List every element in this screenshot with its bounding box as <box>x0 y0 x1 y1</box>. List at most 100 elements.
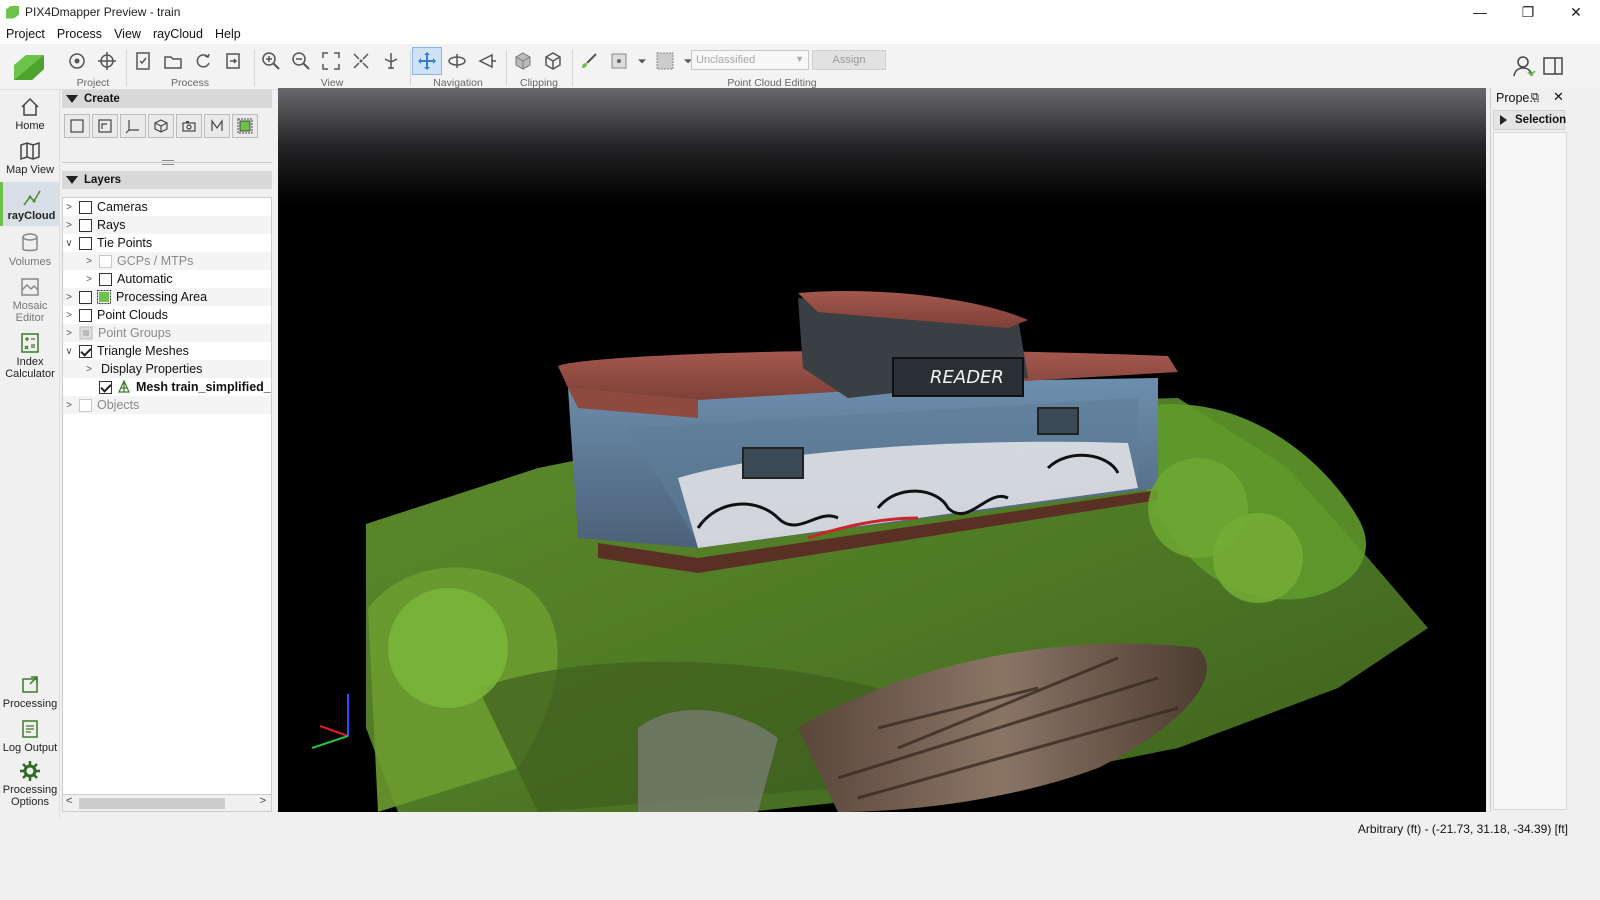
new-rectangle-icon[interactable] <box>64 114 90 138</box>
nav-processing[interactable]: Processing <box>0 674 60 716</box>
trackball-navigation-icon[interactable] <box>412 47 442 75</box>
panel-splitter[interactable] <box>62 160 272 166</box>
new-polyline-icon[interactable] <box>92 114 118 138</box>
expand-chevron-icon[interactable]: > <box>83 256 95 267</box>
clipping-box-edit-icon[interactable] <box>538 47 568 75</box>
expand-chevron-icon[interactable]: > <box>63 220 75 231</box>
menu-raycloud[interactable]: rayCloud <box>147 27 209 41</box>
layer-checkbox[interactable] <box>99 272 112 286</box>
first-person-navigation-icon[interactable] <box>442 47 472 75</box>
nav-index-calculator[interactable]: Index Calculator <box>0 332 60 384</box>
layer-checkbox[interactable] <box>99 380 112 394</box>
nav-log-output[interactable]: Log Output <box>0 718 60 760</box>
restore-button[interactable]: ❐ <box>1504 0 1552 24</box>
scroll-left-arrow-icon[interactable]: < <box>66 795 72 807</box>
layer-checkbox[interactable] <box>79 218 92 232</box>
drone-view-icon[interactable] <box>376 47 406 75</box>
nav-mosaic-editor[interactable]: Mosaic Editor <box>0 276 60 328</box>
expand-chevron-icon[interactable]: > <box>83 274 95 285</box>
layer-checkbox[interactable] <box>79 344 92 358</box>
layer-triangle-meshes[interactable]: ∨ Triangle Meshes <box>63 342 271 360</box>
nav-processing-options[interactable]: Processing Options <box>0 760 60 814</box>
expand-chevron-icon[interactable]: > <box>63 328 75 339</box>
camera-fly-icon[interactable] <box>472 47 502 75</box>
home-icon <box>21 97 39 116</box>
nav-processing-options-label: Processing Options <box>2 784 58 808</box>
layer-point-clouds[interactable]: > Point Clouds <box>63 306 271 324</box>
layer-gcps-mtps[interactable]: > GCPs / MTPs <box>63 252 271 270</box>
raycloud-3d-viewport[interactable]: READER <box>278 88 1486 812</box>
selection-section-header[interactable]: Selection <box>1493 110 1566 130</box>
scroll-thumb[interactable] <box>79 798 225 809</box>
layer-checkbox[interactable] <box>79 200 92 214</box>
layer-point-groups[interactable]: > Point Groups <box>63 324 271 342</box>
layer-checkbox[interactable] <box>79 236 92 250</box>
classification-select[interactable]: Unclassified ▼ <box>691 50 809 70</box>
nav-raycloud[interactable]: rayCloud <box>0 182 60 226</box>
close-button[interactable]: ✕ <box>1552 0 1600 24</box>
layer-objects[interactable]: > Objects <box>63 396 271 414</box>
minimize-button[interactable]: — <box>1456 0 1504 24</box>
brush-icon[interactable] <box>574 47 604 75</box>
layer-label: Rays <box>97 218 126 232</box>
new-axes-icon[interactable] <box>120 114 146 138</box>
layer-label: Point Clouds <box>97 308 168 322</box>
layer-mesh-train-simplified[interactable]: Mesh train_simplified_ <box>63 378 271 396</box>
nav-home[interactable]: Home <box>0 96 60 138</box>
user-account-icon[interactable] <box>1512 54 1536 78</box>
layers-panel-header[interactable]: Layers <box>62 171 272 189</box>
layer-cameras[interactable]: > Cameras <box>63 198 271 216</box>
caboose-sign-text: READER <box>930 367 1004 388</box>
expand-chevron-icon[interactable]: > <box>63 292 75 303</box>
close-panel-icon[interactable]: ✕ <box>1553 89 1564 105</box>
zoom-all-icon[interactable] <box>316 47 346 75</box>
layer-tie-points[interactable]: ∨ Tie Points <box>63 234 271 252</box>
layer-checkbox[interactable] <box>79 398 92 412</box>
splitter-grip-icon[interactable] <box>162 160 174 165</box>
zoom-in-icon[interactable] <box>256 47 286 75</box>
layer-processing-area[interactable]: > Processing Area <box>63 288 271 306</box>
select-points-icon[interactable] <box>604 47 634 75</box>
layer-checkbox[interactable] <box>99 254 112 268</box>
selection-mode-icon[interactable] <box>650 47 680 75</box>
scroll-right-arrow-icon[interactable]: > <box>260 795 266 807</box>
main-toolbar: Project Process View Navigation Clipping… <box>0 44 1600 90</box>
sidebar-toggle-icon[interactable] <box>1542 55 1564 77</box>
reoptimize-icon[interactable] <box>188 47 218 75</box>
collapse-chevron-icon[interactable]: ∨ <box>63 346 75 357</box>
toolbar-group-clipping: Clipping <box>508 46 570 90</box>
collapse-chevron-icon[interactable]: ∨ <box>63 238 75 249</box>
project-options-icon[interactable] <box>62 47 92 75</box>
expand-chevron-icon[interactable]: > <box>83 364 95 375</box>
nav-map-view[interactable]: Map View <box>0 140 60 182</box>
layer-checkbox[interactable] <box>79 290 92 304</box>
new-grid-icon[interactable] <box>232 114 258 138</box>
results-folder-icon[interactable] <box>158 47 188 75</box>
create-panel-header[interactable]: Create <box>62 90 272 108</box>
menu-view[interactable]: View <box>108 27 147 41</box>
layer-automatic[interactable]: > Automatic <box>63 270 271 288</box>
assign-button[interactable]: Assign <box>812 50 886 70</box>
expand-chevron-icon[interactable]: > <box>63 400 75 411</box>
focus-selection-icon[interactable] <box>346 47 376 75</box>
new-camera-icon[interactable] <box>176 114 202 138</box>
float-panel-icon[interactable]: ⧉ <box>1531 91 1539 104</box>
clipping-box-icon[interactable] <box>508 47 538 75</box>
menu-process[interactable]: Process <box>51 27 108 41</box>
layer-display-properties[interactable]: > Display Properties <box>63 360 271 378</box>
report-icon[interactable] <box>128 47 158 75</box>
dropdown-arrow-icon[interactable] <box>634 47 650 75</box>
gcp-manager-icon[interactable] <box>92 47 122 75</box>
layer-checkbox[interactable] <box>79 308 92 322</box>
zoom-out-icon[interactable] <box>286 47 316 75</box>
menu-help[interactable]: Help <box>209 27 247 41</box>
new-volume-icon[interactable] <box>148 114 174 138</box>
new-measurement-icon[interactable] <box>204 114 230 138</box>
layer-rays[interactable]: > Rays <box>63 216 271 234</box>
layers-horizontal-scrollbar[interactable]: < > <box>62 794 272 812</box>
nav-volumes[interactable]: Volumes <box>0 232 60 274</box>
rematch-icon[interactable] <box>218 47 248 75</box>
expand-chevron-icon[interactable]: > <box>63 202 75 213</box>
expand-chevron-icon[interactable]: > <box>63 310 75 321</box>
menu-project[interactable]: Project <box>0 27 51 41</box>
